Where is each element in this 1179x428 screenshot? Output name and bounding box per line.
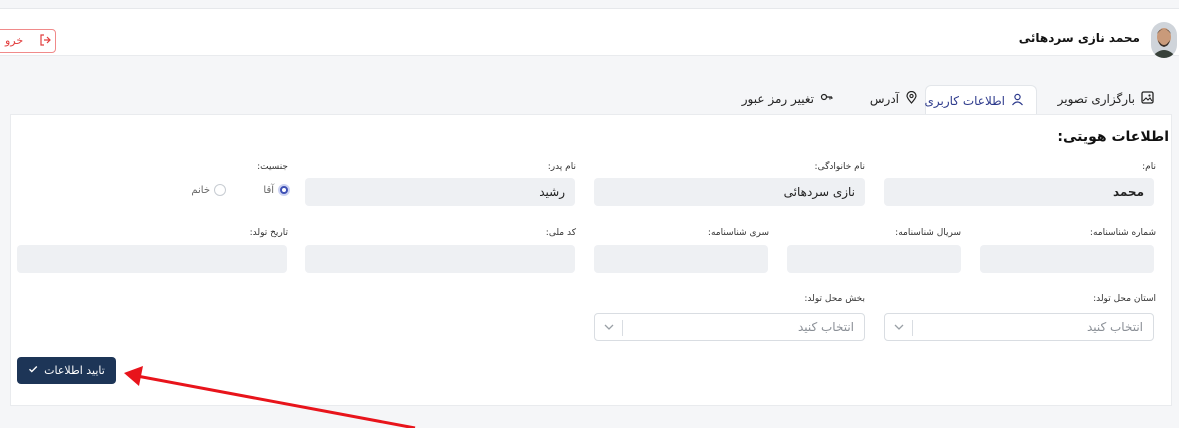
annotation-arrow [124,366,416,428]
